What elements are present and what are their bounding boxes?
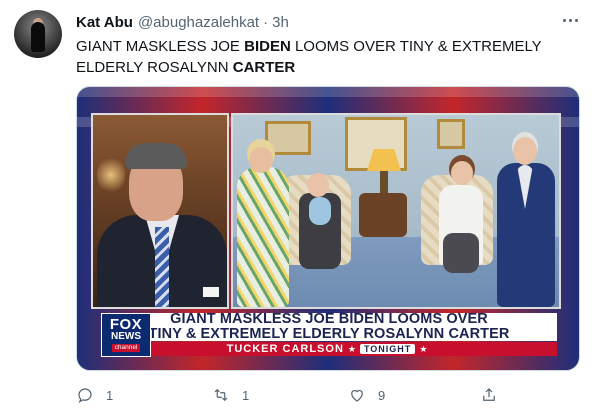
tweet-text: GIANT MASKLESS JOE BIDEN LOOMS OVER TINY… <box>76 36 576 78</box>
reply-button[interactable]: 1 <box>76 386 113 404</box>
reply-icon <box>78 388 92 404</box>
chyron-line-2: TINY & EXTREMELY ELDERLY ROSALYNN CARTER <box>148 326 510 342</box>
tweet-header: Kat Abu @abughazalehkat · 3h <box>76 12 289 32</box>
more-dot <box>574 18 578 22</box>
avatar-figure <box>31 22 45 52</box>
photo-panel <box>231 113 561 309</box>
tweet-text-segment-bold: BIDEN <box>244 38 291 55</box>
show-name: TUCKER CARLSON <box>226 343 344 355</box>
fox-news-logo: FOX NEWS channel <box>101 313 151 357</box>
share-icon <box>483 388 495 401</box>
person-head <box>249 147 273 173</box>
tweet-text-segment: GIANT MASKLESS JOE <box>76 38 245 55</box>
side-table <box>359 193 407 237</box>
tweet-actions: 1 1 9 <box>76 383 516 407</box>
like-icon <box>351 389 363 402</box>
anchor-panel <box>91 113 229 309</box>
studio-light <box>97 155 125 195</box>
avatar[interactable] <box>14 10 62 58</box>
more-dot <box>568 18 572 22</box>
retweet-button[interactable]: 1 <box>212 386 249 404</box>
tweet[interactable]: Kat Abu @abughazalehkat · 3h GIANT MASKL… <box>0 0 596 417</box>
news-chyron: GIANT MASKLESS JOE BIDEN LOOMS OVER TINY… <box>101 311 557 342</box>
timestamp[interactable]: 3h <box>272 14 289 31</box>
anchor-pocket-square <box>203 287 219 297</box>
background-stripe <box>77 87 579 97</box>
separator-dot: · <box>263 13 269 31</box>
person-trousers <box>443 233 479 273</box>
logo-fox: FOX <box>109 316 143 333</box>
logo-news: NEWS <box>111 331 141 342</box>
person-shirt <box>309 197 331 225</box>
anchor-hair <box>125 143 187 169</box>
author-name[interactable]: Kat Abu <box>76 14 133 31</box>
person-head <box>307 173 329 197</box>
more-dot <box>562 18 566 22</box>
show-bar: TUCKER CARLSON ★ TONIGHT ★ <box>101 342 557 356</box>
like-button[interactable]: 9 <box>348 386 385 404</box>
anchor-tie <box>155 227 169 307</box>
retweet-icon <box>214 388 228 402</box>
retweet-count: 1 <box>242 387 250 403</box>
star-icon: ★ <box>419 343 428 354</box>
star-icon: ★ <box>347 343 356 354</box>
portrait-frame <box>437 119 465 149</box>
chyron-line-1: GIANT MASKLESS JOE BIDEN LOOMS OVER <box>170 311 488 327</box>
lamp-base <box>380 171 388 193</box>
like-count: 9 <box>378 387 386 403</box>
person-standing-left <box>237 167 289 307</box>
show-badge: TONIGHT <box>359 344 416 354</box>
tweet-media-image[interactable]: GIANT MASKLESS JOE BIDEN LOOMS OVER TINY… <box>76 86 580 371</box>
tweet-text-segment-bold: CARTER <box>232 59 296 76</box>
logo-channel: channel <box>111 344 141 352</box>
share-button[interactable] <box>480 386 498 404</box>
painting-frame <box>265 121 311 155</box>
person-head <box>451 161 473 185</box>
reply-count: 1 <box>106 387 114 403</box>
author-handle[interactable]: @abughazalehkat <box>138 14 259 31</box>
more-options-icon[interactable] <box>558 10 582 30</box>
person-head <box>513 137 537 165</box>
